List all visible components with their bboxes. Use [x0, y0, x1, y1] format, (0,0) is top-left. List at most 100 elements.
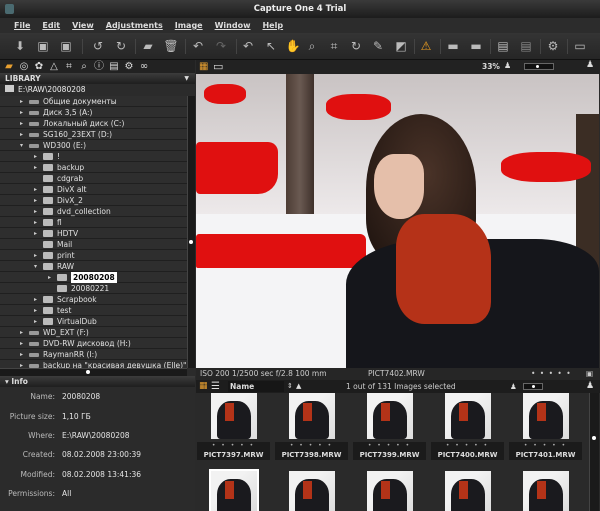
import-icon[interactable]: ⬇: [12, 38, 28, 54]
expand-arrow-icon[interactable]: ▸: [34, 250, 37, 261]
tree-item[interactable]: ▸!: [0, 151, 187, 162]
expand-arrow-icon[interactable]: ▸: [20, 96, 23, 107]
expand-arrow-icon[interactable]: ▸: [48, 272, 51, 283]
capture-tab-icon[interactable]: ◎: [18, 60, 30, 73]
zoom-slider[interactable]: [524, 63, 554, 70]
expand-arrow-icon[interactable]: ▸: [20, 107, 23, 118]
expand-arrow-icon[interactable]: ▸: [20, 118, 23, 129]
batch-tab-icon[interactable]: ∞: [138, 60, 150, 73]
thumbnail-grid-icon[interactable]: ▦: [199, 380, 208, 393]
redo-icon[interactable]: ↷: [213, 38, 229, 54]
thumbnail-rating[interactable]: • • • • •: [275, 442, 348, 450]
single-view-icon[interactable]: ▭: [213, 60, 223, 73]
sort-direction-icon[interactable]: ▲: [296, 380, 301, 393]
thumbnail-cell[interactable]: • • • • • PICT7397.MRW: [197, 393, 272, 461]
new-folder-icon[interactable]: ▰: [140, 38, 156, 54]
keystone-icon[interactable]: ◩: [393, 38, 409, 54]
delete-icon[interactable]: 🗑: [163, 38, 179, 54]
menu-image[interactable]: Image: [169, 18, 209, 33]
list-view-icon[interactable]: ☰: [211, 380, 220, 393]
settings-tab-icon[interactable]: ⚙: [123, 60, 135, 73]
thumbnail-cell[interactable]: • • • • • PICT7401.MRW: [509, 393, 584, 461]
tree-horizontal-scrollbar[interactable]: [0, 368, 187, 376]
exposure-tab-icon[interactable]: △: [48, 60, 60, 73]
thumbnail-rating[interactable]: • • • • •: [509, 442, 582, 450]
thumbnail-size-slider[interactable]: [523, 383, 543, 390]
thumbnail-image[interactable]: [367, 393, 413, 439]
thumbnail-rating[interactable]: • • • • •: [197, 442, 270, 450]
tree-item[interactable]: ▸ SG160_23EXT (D:): [0, 129, 187, 140]
expand-arrow-icon[interactable]: ▸: [34, 151, 37, 162]
expand-arrow-icon[interactable]: ▾: [34, 261, 37, 272]
expand-arrow-icon[interactable]: ▸: [34, 217, 37, 228]
color-tag-icon[interactable]: ▣: [586, 368, 593, 380]
tree-item[interactable]: ▾ RAW: [0, 261, 187, 272]
menu-edit[interactable]: Edit: [36, 18, 66, 33]
warning-icon[interactable]: ⚠: [418, 38, 434, 54]
menu-adjustments[interactable]: Adjustments: [100, 18, 169, 33]
menu-view[interactable]: View: [66, 18, 100, 33]
thumbnail-image[interactable]: [367, 471, 413, 511]
zoom-icon[interactable]: ⌕: [304, 38, 320, 54]
expand-arrow-icon[interactable]: ▸: [34, 206, 37, 217]
thumbnail-rating[interactable]: • • • • •: [353, 442, 426, 450]
library-tab-icon[interactable]: ▰: [3, 60, 15, 73]
thumbnail-image[interactable]: [289, 471, 335, 511]
expand-arrow-icon[interactable]: ▸: [34, 316, 37, 327]
thumbnail-image[interactable]: [445, 471, 491, 511]
output-tab-icon[interactable]: ▤: [108, 60, 120, 73]
thumbnail-image[interactable]: [289, 393, 335, 439]
rotate-right-icon[interactable]: ↻: [113, 38, 129, 54]
tree-item[interactable]: ▸ test: [0, 305, 187, 316]
expand-arrow-icon[interactable]: ▸: [34, 184, 37, 195]
tree-item[interactable]: ▸ DVD-RW дисковод (H:): [0, 338, 187, 349]
reset-icon[interactable]: ↶: [240, 38, 256, 54]
expand-arrow-icon[interactable]: ▾: [20, 140, 23, 151]
menu-help[interactable]: Help: [256, 18, 289, 33]
pan-hand-icon[interactable]: ✋: [285, 38, 301, 54]
process-icon[interactable]: ▬: [445, 38, 461, 54]
tree-item[interactable]: Mail: [0, 239, 187, 250]
export-variants-icon[interactable]: ▤: [518, 38, 534, 54]
tree-item[interactable]: ▸ WD_EXT (F:): [0, 327, 187, 338]
tree-item[interactable]: ▸ RaymanRR (I:): [0, 349, 187, 360]
thumbnail-cell[interactable]: [431, 469, 506, 511]
thumbnail-cell[interactable]: [509, 469, 584, 511]
focus-tab-icon[interactable]: ⌕: [78, 60, 90, 73]
capture-folder-icon[interactable]: ▣: [58, 38, 74, 54]
tree-item[interactable]: ▸ 20080208: [0, 272, 187, 283]
thumbnail-image[interactable]: [523, 471, 569, 511]
thumbnail-cell[interactable]: • • • • • PICT7398.MRW: [275, 393, 350, 461]
expand-arrow-icon[interactable]: ▸: [20, 349, 23, 360]
tree-item[interactable]: ▸ Диск 3,5 (A:): [0, 107, 187, 118]
expand-arrow-icon[interactable]: ▸: [34, 228, 37, 239]
crop-tab-icon[interactable]: ⌗: [63, 60, 75, 73]
tree-item[interactable]: ▸ print: [0, 250, 187, 261]
rotate-left-icon[interactable]: ↺: [90, 38, 106, 54]
sort-stepper-icon[interactable]: ⇕: [287, 380, 293, 393]
grid-view-icon[interactable]: ▦: [199, 61, 208, 72]
thumb-large-icon[interactable]: ♟: [586, 380, 594, 393]
tree-item[interactable]: ▸ backup на "красивая девушка (Elle)" (: [0, 360, 187, 368]
tree-vertical-scrollbar[interactable]: [187, 96, 195, 368]
viewer-rating[interactable]: • • • • •: [531, 368, 572, 380]
tree-item[interactable]: 20080221: [0, 283, 187, 294]
select-cursor-icon[interactable]: ↖: [263, 38, 279, 54]
library-header[interactable]: LIBRARY ▼: [0, 73, 195, 84]
menu-file[interactable]: File: [8, 18, 36, 33]
color-tab-icon[interactable]: ✿: [33, 60, 45, 73]
expand-arrow-icon[interactable]: ▸: [20, 327, 23, 338]
tree-item[interactable]: ▸ Scrapbook: [0, 294, 187, 305]
image-viewer[interactable]: [196, 74, 599, 368]
info-tab-icon[interactable]: ⓘ: [93, 60, 105, 73]
tree-item[interactable]: ▸ dvd_collection: [0, 206, 187, 217]
zoom-in-icon[interactable]: ♟: [586, 60, 594, 70]
tree-item[interactable]: ▸ Локальный диск (C:): [0, 118, 187, 129]
thumbnail-cell[interactable]: • • • • • PICT7400.MRW: [431, 393, 506, 461]
rotate-tool-icon[interactable]: ↻: [348, 38, 364, 54]
crop-icon[interactable]: ⌗: [326, 38, 342, 54]
tree-item[interactable]: cdgrab: [0, 173, 187, 184]
tree-item[interactable]: ▸ VirtualDub: [0, 316, 187, 327]
tree-item[interactable]: ▸ HDTV: [0, 228, 187, 239]
tree-item[interactable]: ▸ fl: [0, 217, 187, 228]
